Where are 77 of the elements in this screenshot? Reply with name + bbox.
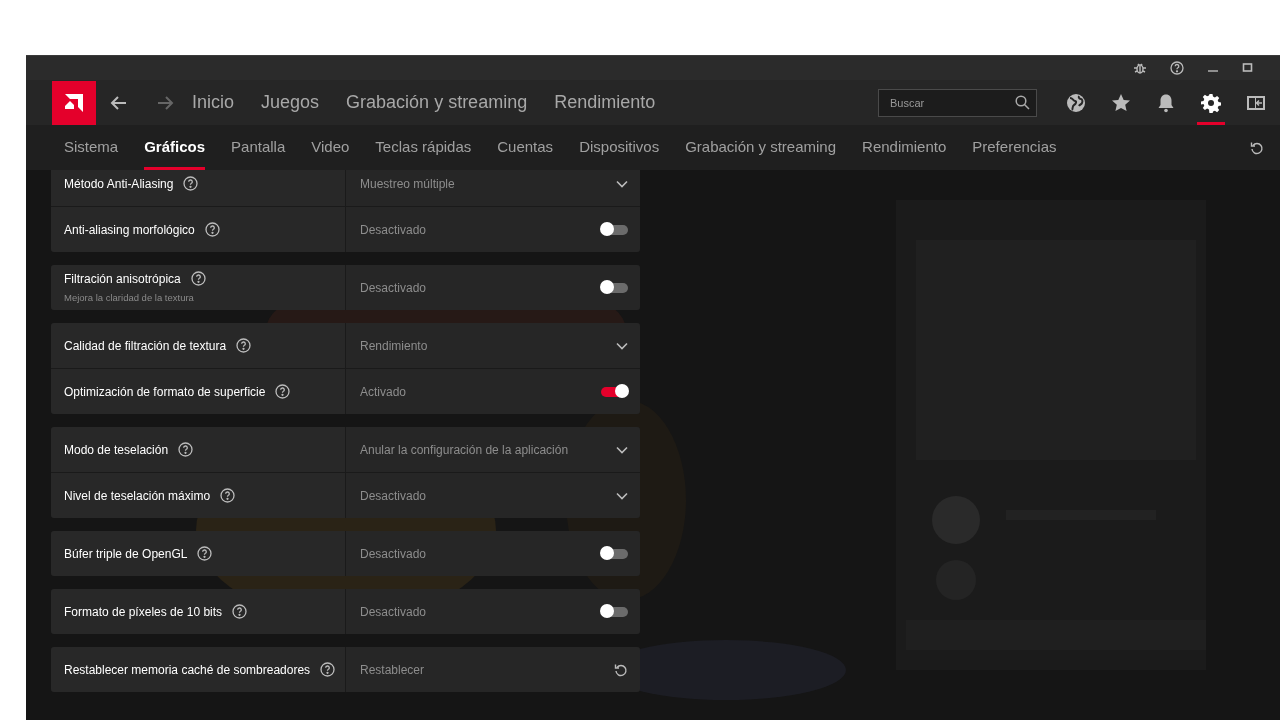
setting-control[interactable]: Activado bbox=[346, 369, 640, 414]
setting-label: Filtración anisotrópica bbox=[64, 270, 181, 288]
tab[interactable]: Cuentas bbox=[497, 125, 554, 170]
setting-control[interactable]: Muestreo múltiple bbox=[346, 170, 640, 206]
logo-icon bbox=[64, 92, 84, 113]
settings-icon[interactable] bbox=[1201, 92, 1221, 113]
setting-control[interactable]: Anular la configuración de la aplicación bbox=[346, 427, 640, 472]
help-icon[interactable] bbox=[197, 546, 213, 561]
tab[interactable]: Sistema bbox=[64, 125, 119, 170]
setting-control[interactable]: Desactivado bbox=[346, 473, 640, 518]
setting-label: Restablecer memoria caché de sombreadores bbox=[64, 661, 311, 679]
help-icon[interactable] bbox=[1170, 61, 1184, 75]
setting-value: Restablecer bbox=[360, 661, 426, 679]
star-icon[interactable] bbox=[1111, 92, 1131, 113]
chevron-down-icon[interactable] bbox=[616, 341, 628, 350]
setting-value: Desactivado bbox=[360, 545, 428, 563]
reset-icon[interactable] bbox=[1250, 140, 1264, 155]
help-icon[interactable] bbox=[236, 338, 252, 353]
setting-label: Método Anti-Aliasing bbox=[64, 175, 174, 193]
tab[interactable]: Video bbox=[311, 125, 350, 170]
logo[interactable] bbox=[52, 80, 96, 125]
setting-label: Anti-aliasing morfológico bbox=[64, 221, 195, 239]
nav-link[interactable]: Inicio bbox=[192, 89, 235, 116]
setting-value: Anular la configuración de la aplicación bbox=[360, 441, 570, 459]
setting-control[interactable]: Desactivado bbox=[346, 531, 640, 576]
setting-control[interactable]: Rendimiento bbox=[346, 323, 640, 368]
setting-label: Modo de teselación bbox=[64, 441, 169, 459]
help-icon[interactable] bbox=[275, 384, 291, 399]
setting-control[interactable]: Desactivado bbox=[346, 265, 640, 310]
setting-control[interactable]: Desactivado bbox=[346, 207, 640, 252]
bug-icon[interactable] bbox=[1133, 61, 1147, 75]
nav-link[interactable]: Grabación y streaming bbox=[346, 89, 528, 116]
setting-label: Formato de píxeles de 10 bits bbox=[64, 603, 223, 621]
toggle-switch[interactable] bbox=[601, 548, 628, 559]
tab[interactable]: Grabación y streaming bbox=[685, 125, 837, 170]
setting-label: Optimización de formato de superficie bbox=[64, 383, 266, 401]
setting-value: Desactivado bbox=[360, 603, 428, 621]
tab[interactable]: Teclas rápidas bbox=[375, 125, 472, 170]
search-icon[interactable] bbox=[1015, 94, 1030, 110]
chevron-down-icon[interactable] bbox=[616, 179, 628, 188]
chevron-down-icon[interactable] bbox=[616, 491, 628, 500]
help-icon[interactable] bbox=[220, 488, 236, 503]
tab[interactable]: Dispositivos bbox=[579, 125, 660, 170]
help-icon[interactable] bbox=[183, 176, 199, 191]
bell-icon[interactable] bbox=[1156, 92, 1176, 113]
nav-link[interactable]: Rendimiento bbox=[554, 89, 656, 116]
setting-value: Activado bbox=[360, 383, 408, 401]
tab[interactable]: Preferencias bbox=[972, 125, 1057, 170]
setting-label: Nivel de teselación máximo bbox=[64, 487, 211, 505]
setting-label: Búfer triple de OpenGL bbox=[64, 545, 188, 563]
search-field[interactable]: Buscar bbox=[878, 88, 1037, 117]
setting-control[interactable]: Desactivado bbox=[346, 589, 640, 634]
chevron-down-icon[interactable] bbox=[616, 445, 628, 454]
help-icon[interactable] bbox=[204, 222, 220, 237]
back-arrow-icon[interactable] bbox=[110, 93, 128, 112]
help-icon[interactable] bbox=[320, 662, 336, 677]
setting-label: Calidad de filtración de textura bbox=[64, 337, 227, 355]
setting-value: Rendimiento bbox=[360, 337, 429, 355]
setting-value: Desactivado bbox=[360, 221, 428, 239]
setting-control[interactable]: Restablecer bbox=[346, 647, 640, 692]
toggle-switch[interactable] bbox=[601, 606, 628, 617]
help-icon[interactable] bbox=[178, 442, 194, 457]
forward-arrow-icon[interactable] bbox=[156, 93, 174, 112]
setting-value: Desactivado bbox=[360, 279, 428, 297]
nav-link[interactable]: Juegos bbox=[261, 89, 320, 116]
maximize-icon[interactable] bbox=[1242, 62, 1254, 74]
setting-description: Mejora la claridad de la textura bbox=[64, 290, 195, 305]
help-icon[interactable] bbox=[190, 271, 206, 287]
setting-value: Muestreo múltiple bbox=[360, 175, 456, 193]
toggle-switch[interactable] bbox=[601, 386, 628, 397]
help-icon[interactable] bbox=[232, 604, 248, 619]
tab[interactable]: Pantalla bbox=[231, 125, 286, 170]
tab[interactable]: Rendimiento bbox=[862, 125, 947, 170]
toggle-switch[interactable] bbox=[601, 224, 628, 235]
toggle-switch[interactable] bbox=[601, 282, 628, 293]
reset-icon[interactable] bbox=[614, 662, 628, 677]
setting-value: Desactivado bbox=[360, 487, 428, 505]
